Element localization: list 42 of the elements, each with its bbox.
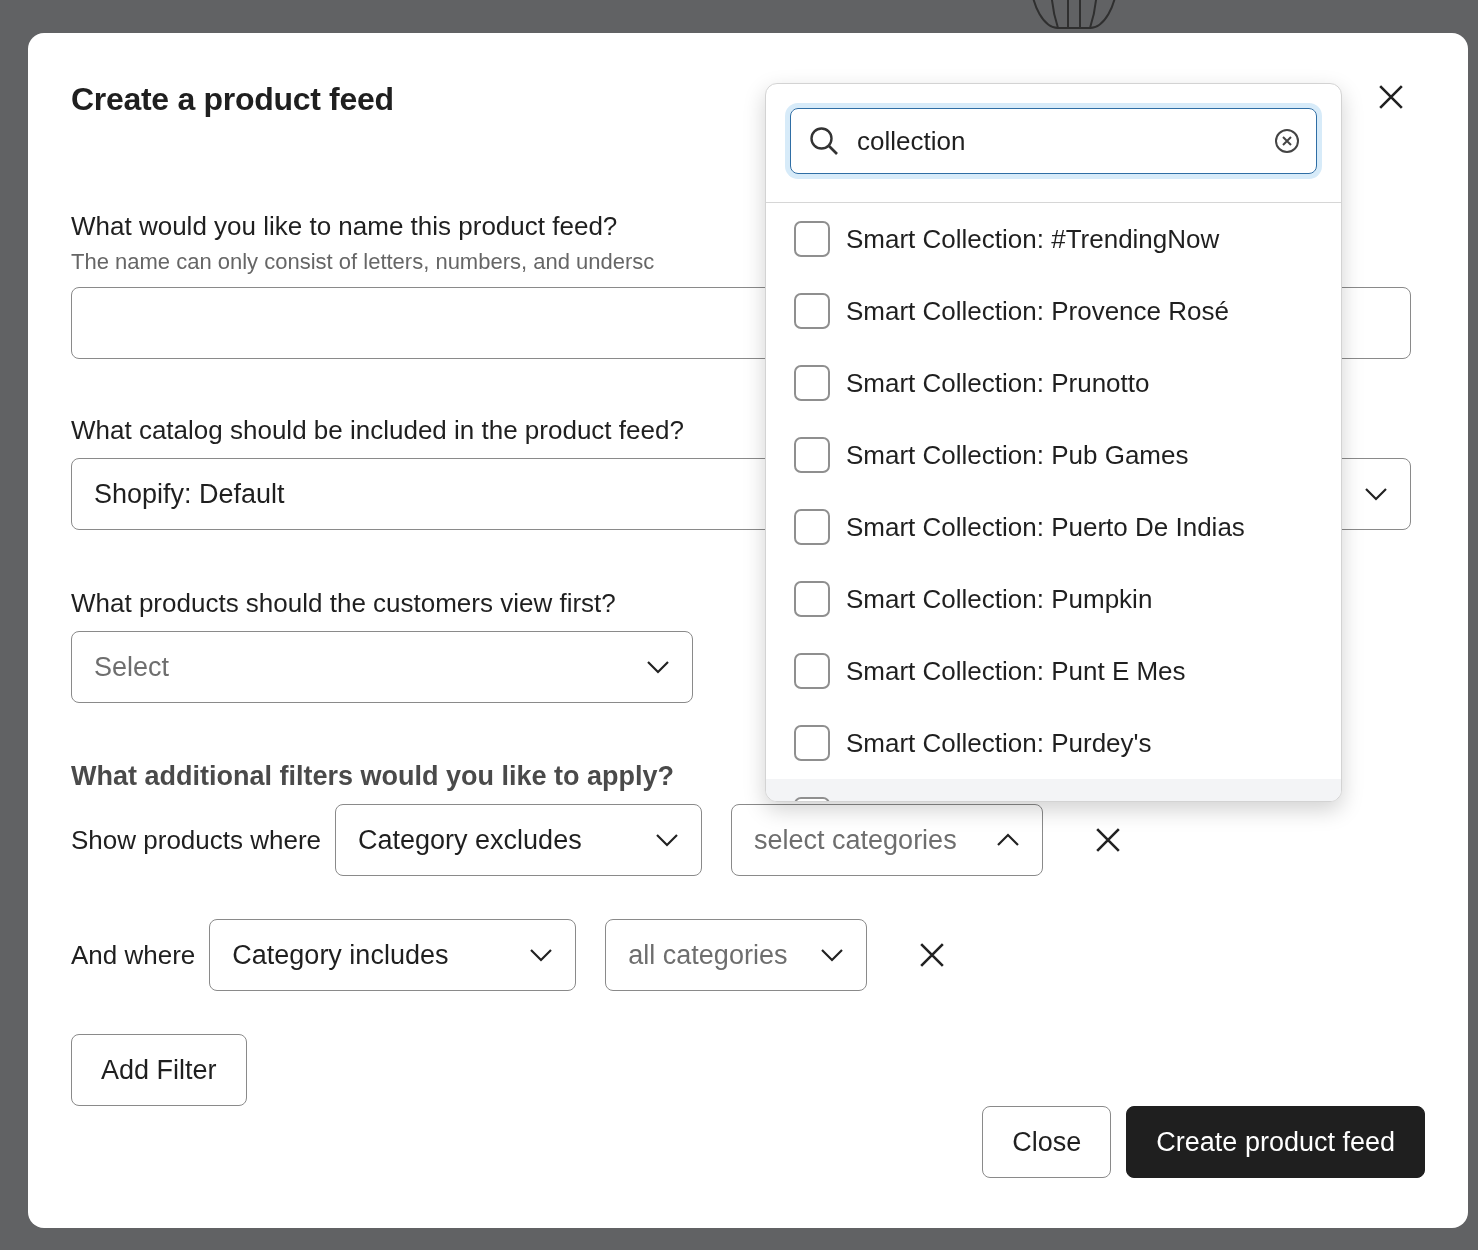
add-filter-button[interactable]: Add Filter <box>71 1034 247 1106</box>
chevron-up-icon <box>996 833 1021 847</box>
first-view-select[interactable]: Select <box>71 631 693 703</box>
remove-icon[interactable] <box>919 942 946 968</box>
option-item[interactable]: Smart Collection: Punt E Mes <box>766 635 1341 707</box>
filters-heading: What additional filters would you like to apply? <box>71 760 675 793</box>
close-icon[interactable] <box>1378 84 1404 110</box>
remove-icon[interactable] <box>1095 827 1122 853</box>
category-select[interactable]: all categories <box>605 919 868 991</box>
clear-icon[interactable] <box>1274 128 1300 154</box>
search-icon <box>809 126 839 156</box>
field-hint: The name can only consist of letters, numbers, and undersc <box>71 248 655 276</box>
filter-label: And where <box>71 939 196 971</box>
field-label: What products should the customers view first? <box>71 587 616 620</box>
checkbox[interactable] <box>794 581 830 617</box>
chevron-down-icon <box>655 833 680 847</box>
checkbox[interactable] <box>794 437 830 473</box>
checkbox[interactable] <box>794 221 830 257</box>
checkbox[interactable] <box>794 509 830 545</box>
option-item[interactable]: Smart Collection: Prunotto <box>766 347 1341 419</box>
field-label: What would you like to name this product feed? <box>71 210 618 243</box>
filter-label: Show products where <box>71 824 322 856</box>
chevron-down-icon <box>529 948 554 962</box>
chevron-down-icon <box>820 948 845 962</box>
checkbox[interactable] <box>794 293 830 329</box>
create-button[interactable]: Create product feed <box>1126 1106 1425 1178</box>
option-item[interactable]: Smart Collection: Pumpkin <box>766 563 1341 635</box>
condition-select[interactable]: Category includes <box>209 919 577 991</box>
option-item[interactable]: Smart Collection: Provence Rosé <box>766 275 1341 347</box>
option-item[interactable]: Smart Collection: #TrendingNow <box>766 203 1341 275</box>
checkbox[interactable] <box>794 365 830 401</box>
category-select[interactable]: select categories <box>731 804 1044 876</box>
option-item[interactable]: Smart Collection: Purdey's <box>766 707 1341 779</box>
dialog-title: Create a product feed <box>71 80 394 119</box>
search-input[interactable]: collection <box>857 125 1256 157</box>
chevron-down-icon <box>1364 487 1388 501</box>
checkbox[interactable] <box>794 725 830 761</box>
checkbox[interactable] <box>794 653 830 689</box>
condition-select[interactable]: Category excludes <box>335 804 703 876</box>
chevron-down-icon <box>646 660 670 674</box>
close-button[interactable]: Close <box>982 1106 1112 1178</box>
field-label: What catalog should be included in the product feed? <box>71 414 684 447</box>
